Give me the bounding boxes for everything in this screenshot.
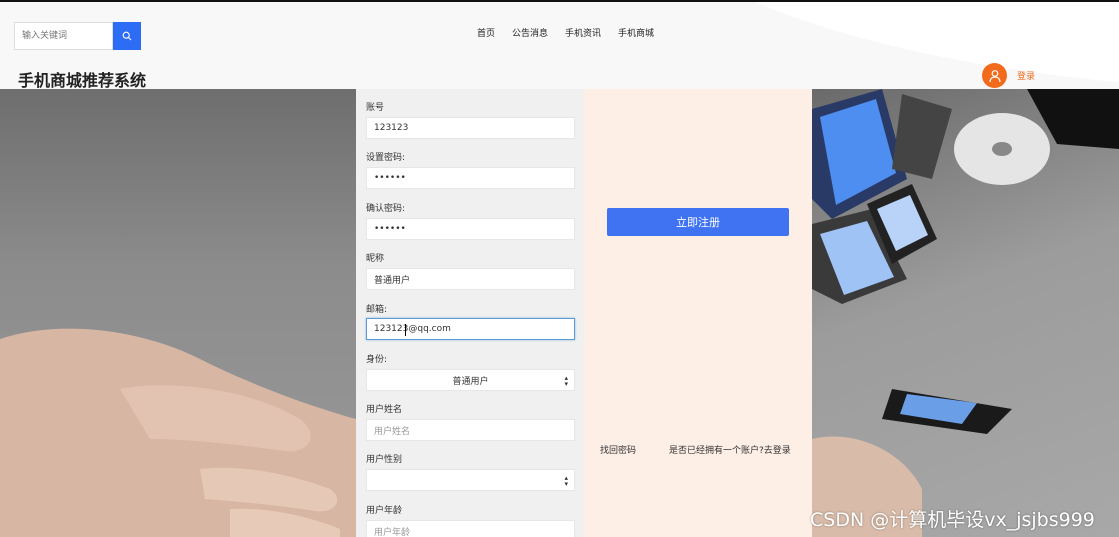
user-icon [988,69,1001,82]
role-select[interactable]: 普通用户 ▴ ▾ [366,369,575,391]
search-icon [122,31,132,41]
nav-item-home[interactable]: 首页 [477,26,495,39]
text-cursor-icon [405,324,409,336]
forgot-password-link[interactable]: 找回密码 [600,443,636,456]
site-title: 手机商城推荐系统 [18,71,147,89]
hand-illustration [0,328,356,537]
role-label: 身份: [366,355,388,365]
nav-item-news[interactable]: 手机资讯 [565,26,601,39]
confirm-password-label: 确认密码: [366,204,406,214]
avatar[interactable] [982,63,1007,88]
nav-item-shop[interactable]: 手机商城 [618,26,654,39]
devices-illustration [812,89,1119,537]
gender-select[interactable]: ▴ ▾ [366,469,575,491]
password-input[interactable]: •••••• [366,167,575,189]
header-decoration [630,2,1119,89]
header: 首页 公告消息 手机资讯 手机商城 手机商城推荐系统 登录 [0,2,1119,89]
nav-item-notices[interactable]: 公告消息 [512,26,548,39]
login-link[interactable]: 登录 [1017,69,1035,82]
search-input[interactable] [14,22,113,50]
name-input[interactable]: 用户姓名 [366,419,575,441]
role-select-value: 普通用户 [452,376,489,387]
email-label: 邮箱: [366,305,388,315]
action-panel: 立即注册 找回密码 是否已经拥有一个账户?去登录 [584,89,812,537]
select-arrow-icon: ▴ ▾ [564,374,568,388]
age-label: 用户年龄 [366,506,403,516]
account-input[interactable]: 123123 [366,117,575,139]
name-label: 用户姓名 [366,405,403,415]
hero: 账号 123123 设置密码: •••••• 确认密码: •••••• 昵称 普… [0,89,1119,537]
gender-label: 用户性别 [366,455,403,465]
nickname-input[interactable]: 普通用户 [366,268,575,290]
background-image-left [0,89,356,537]
select-arrow-icon: ▴ ▾ [564,474,568,488]
email-input[interactable]: 123123@qq.com [366,318,575,340]
register-button[interactable]: 立即注册 [607,208,789,236]
age-input[interactable]: 用户年龄 [366,520,575,537]
password-label: 设置密码: [366,153,406,163]
search-bar [14,22,141,50]
background-image-right [812,89,1119,537]
register-form: 账号 123123 设置密码: •••••• 确认密码: •••••• 昵称 普… [356,89,584,537]
user-area: 登录 [982,63,1035,88]
confirm-password-input[interactable]: •••••• [366,218,575,240]
watermark: CSDN @计算机毕设vx_jsjbs999 [810,509,1095,531]
go-login-link[interactable]: 是否已经拥有一个账户?去登录 [669,443,791,456]
nickname-label: 昵称 [366,254,385,264]
main-nav: 首页 公告消息 手机资讯 手机商城 [477,26,654,39]
search-button[interactable] [113,22,141,50]
account-label: 账号 [366,103,385,113]
